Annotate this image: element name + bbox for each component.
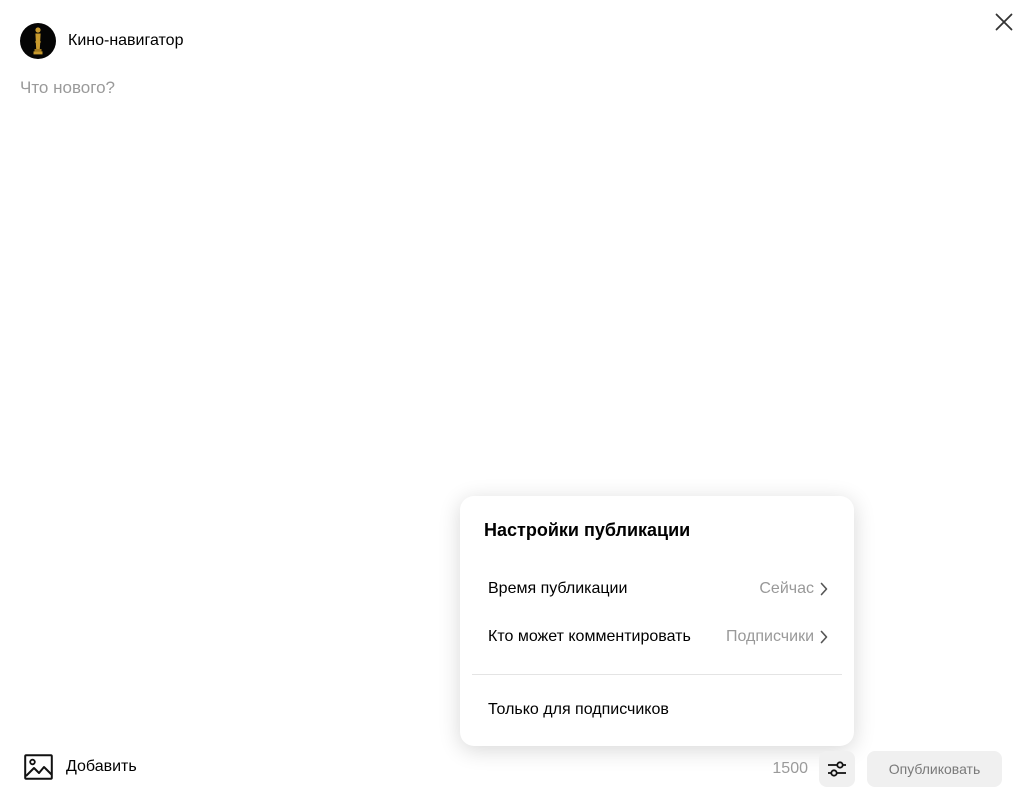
- oscar-statuette-icon: [33, 27, 43, 55]
- popup-title: Настройки публикации: [484, 520, 691, 540]
- who-can-comment-value: Подписчики: [725, 628, 814, 645]
- publication-settings-popup: Настройки публикации Время публикации Се…: [460, 496, 854, 746]
- channel-avatar: [20, 23, 56, 59]
- who-can-comment-label: Кто может комментировать: [488, 628, 691, 645]
- image-icon: [24, 754, 53, 780]
- who-can-comment-value-group: Подписчики: [726, 628, 828, 646]
- post-header: Кино-навигатор: [20, 23, 183, 59]
- subscribers-only-row[interactable]: Только для подписчиков: [488, 696, 828, 724]
- char-counter: 1500: [772, 760, 808, 777]
- channel-name: Кино-навигатор: [68, 32, 184, 49]
- publish-time-value-group: Сейчас: [759, 580, 828, 598]
- publish-time-label: Время публикации: [488, 580, 628, 597]
- popup-divider: [472, 674, 842, 675]
- publication-settings-button[interactable]: [819, 751, 855, 787]
- publish-button[interactable]: Опубликовать: [867, 751, 1002, 787]
- add-media-label: Добавить: [66, 758, 137, 775]
- chevron-right-icon: [820, 630, 828, 644]
- who-can-comment-row[interactable]: Кто может комментировать Подписчики: [488, 623, 828, 651]
- chevron-right-icon: [820, 582, 828, 596]
- close-button[interactable]: [990, 8, 1018, 36]
- post-text-input[interactable]: [20, 78, 1000, 478]
- add-media-button[interactable]: Добавить: [24, 752, 137, 782]
- publish-time-row[interactable]: Время публикации Сейчас: [488, 575, 828, 603]
- sliders-icon: [828, 761, 846, 777]
- subscribers-only-label: Только для подписчиков: [488, 701, 669, 718]
- close-icon: [995, 13, 1013, 31]
- publish-time-value: Сейчас: [759, 580, 814, 597]
